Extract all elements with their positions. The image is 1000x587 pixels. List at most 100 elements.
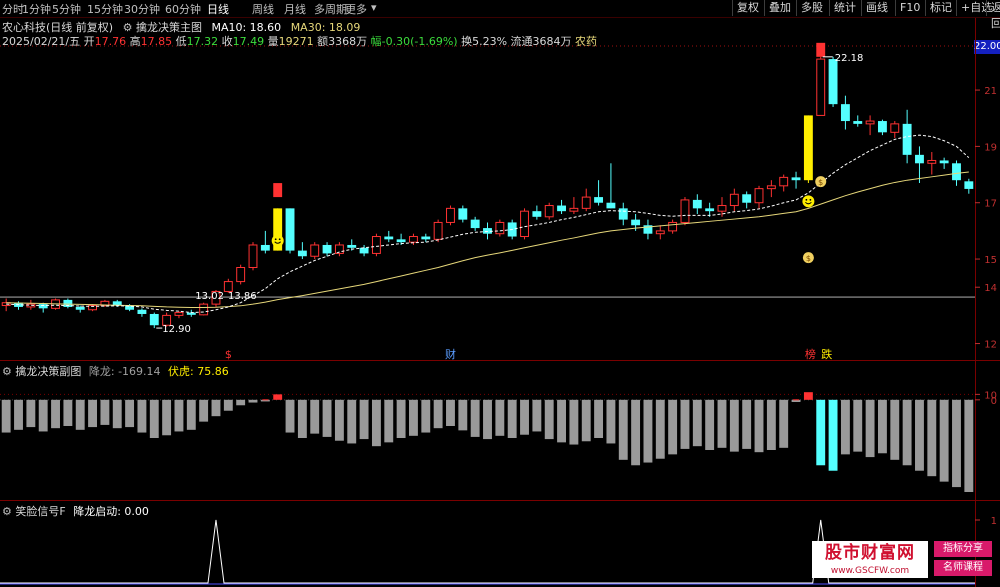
money-bag-icon	[815, 176, 827, 188]
candle-down	[112, 301, 122, 306]
candle-up	[199, 303, 209, 316]
price-axis-label: 21	[984, 86, 997, 97]
sub-bar	[816, 399, 826, 466]
toolbar-button[interactable]: 返回	[986, 0, 1000, 30]
candle-down	[297, 250, 307, 257]
candle-down	[606, 202, 616, 209]
sub-bar	[803, 392, 813, 400]
sub-bar	[791, 399, 801, 402]
low-annotation: 12.90	[162, 324, 191, 335]
candle-down	[483, 228, 492, 234]
candle-down	[853, 121, 863, 124]
turnover-value: 换5.23%	[461, 35, 508, 48]
timeframe-tab[interactable]: 分时	[2, 1, 24, 17]
signal-value: 降龙启动: 0.00	[73, 505, 149, 518]
candle-up	[779, 176, 789, 187]
high-label: 高	[129, 35, 141, 48]
toolbar-button[interactable]: 统计	[829, 0, 860, 16]
toolbar-button[interactable]: 复权	[732, 0, 763, 16]
smiley-eye	[805, 198, 808, 201]
toolbar-button[interactable]: 标记	[925, 0, 956, 16]
sub-indicator-name[interactable]: 擒龙决策副图	[15, 365, 81, 378]
toolbar-button[interactable]: F10	[895, 0, 924, 16]
sub-bar	[952, 399, 961, 488]
sub-bar	[384, 399, 394, 443]
candle-up	[223, 281, 233, 292]
sub-axis-label: 0	[991, 396, 997, 407]
tag-bang: 榜	[805, 347, 816, 361]
timeframe-tab[interactable]: 周线	[252, 1, 274, 17]
timeframe-tab[interactable]: 更多	[345, 1, 367, 17]
low-label: 低	[175, 35, 187, 48]
ma10-line	[6, 134, 970, 314]
watermark-tag-course: 名师课程	[934, 560, 992, 576]
timeframe-tab[interactable]: 5分钟	[52, 1, 81, 17]
candle-down	[458, 208, 468, 220]
toolbar-button[interactable]: 多股	[796, 0, 827, 16]
mid-annotation: 13.86	[228, 291, 257, 302]
timeframe-tab[interactable]: 月线	[284, 1, 306, 17]
smiley-icon	[802, 195, 815, 208]
sub-settings-icon[interactable]: ⚙	[2, 365, 12, 378]
toolbar-button[interactable]: 画线	[861, 0, 892, 16]
timeframe-tab[interactable]: 1分钟	[22, 1, 51, 17]
sub-bar	[26, 399, 36, 428]
candle-up	[717, 205, 727, 212]
sub-bar	[63, 399, 73, 426]
tag-cai: 财	[445, 347, 456, 361]
sub-bar	[347, 399, 357, 444]
sig-settings-icon[interactable]: ⚙	[2, 505, 12, 518]
candle-up	[495, 221, 505, 235]
smiley-eye	[278, 238, 281, 241]
signal-candle	[803, 115, 813, 181]
sector-value[interactable]: 农药	[575, 35, 597, 48]
sub-bar	[322, 399, 332, 437]
candle-up	[371, 236, 381, 254]
signal-indicator-name[interactable]: 笑脸信号F	[15, 505, 65, 518]
signal-cap	[816, 42, 826, 57]
more-chevron-icon[interactable]: ▾	[371, 1, 377, 14]
smiley-icon	[271, 234, 284, 247]
sub-bar	[186, 399, 196, 430]
sub-bar	[544, 399, 554, 440]
sub-bar	[939, 399, 949, 482]
candle-down	[186, 312, 196, 315]
tag-dollar: $	[225, 348, 232, 361]
sub-bar	[890, 399, 900, 460]
candle-up	[433, 221, 443, 240]
signal-cap	[273, 183, 283, 198]
timeframe-tab[interactable]: 60分钟	[165, 1, 201, 17]
toolbar-button[interactable]: 叠加	[764, 0, 795, 16]
candle-up	[51, 299, 60, 309]
sub-bar	[88, 399, 98, 428]
candle-down	[791, 177, 801, 181]
candle-down	[322, 244, 332, 254]
candle-up	[766, 185, 776, 190]
candle-up	[236, 267, 246, 283]
candle-up	[655, 230, 665, 235]
candle-up	[174, 312, 184, 316]
candle-up	[569, 207, 579, 212]
timeframe-tab[interactable]: 日线	[207, 1, 229, 17]
volume-label: 量	[267, 35, 279, 48]
sub-bar	[915, 399, 924, 471]
sub-bar	[470, 399, 480, 437]
sub-bar	[680, 399, 690, 449]
kline-chart[interactable]: 21191715141222.1812.9013.02 13.86$$$ 财榜跌10…	[0, 0, 1000, 587]
change-value: 幅-0.30(-1.69%)	[370, 35, 458, 48]
sub-bar	[223, 399, 233, 411]
sub-bar	[779, 399, 789, 448]
timeframe-tab[interactable]: 多周期	[314, 1, 347, 17]
timeframe-tab[interactable]: 30分钟	[124, 1, 160, 17]
period-toolbar: 分时 1分钟 5分钟 15分钟 30分钟 60分钟 日线 周线 月线 多周期 更多 ▾ 复权 叠加 多股 统计…	[0, 0, 1000, 30]
candle-down	[359, 247, 369, 254]
candle-up	[581, 196, 591, 209]
timeframe-tab[interactable]: 15分钟	[87, 1, 123, 17]
candle-up	[668, 221, 678, 232]
candle-down	[137, 309, 147, 314]
candle-down	[643, 225, 653, 234]
smiley-eye	[274, 238, 277, 241]
sub-bar	[692, 399, 702, 447]
candle-down	[396, 239, 406, 243]
sub-bar	[310, 399, 320, 434]
